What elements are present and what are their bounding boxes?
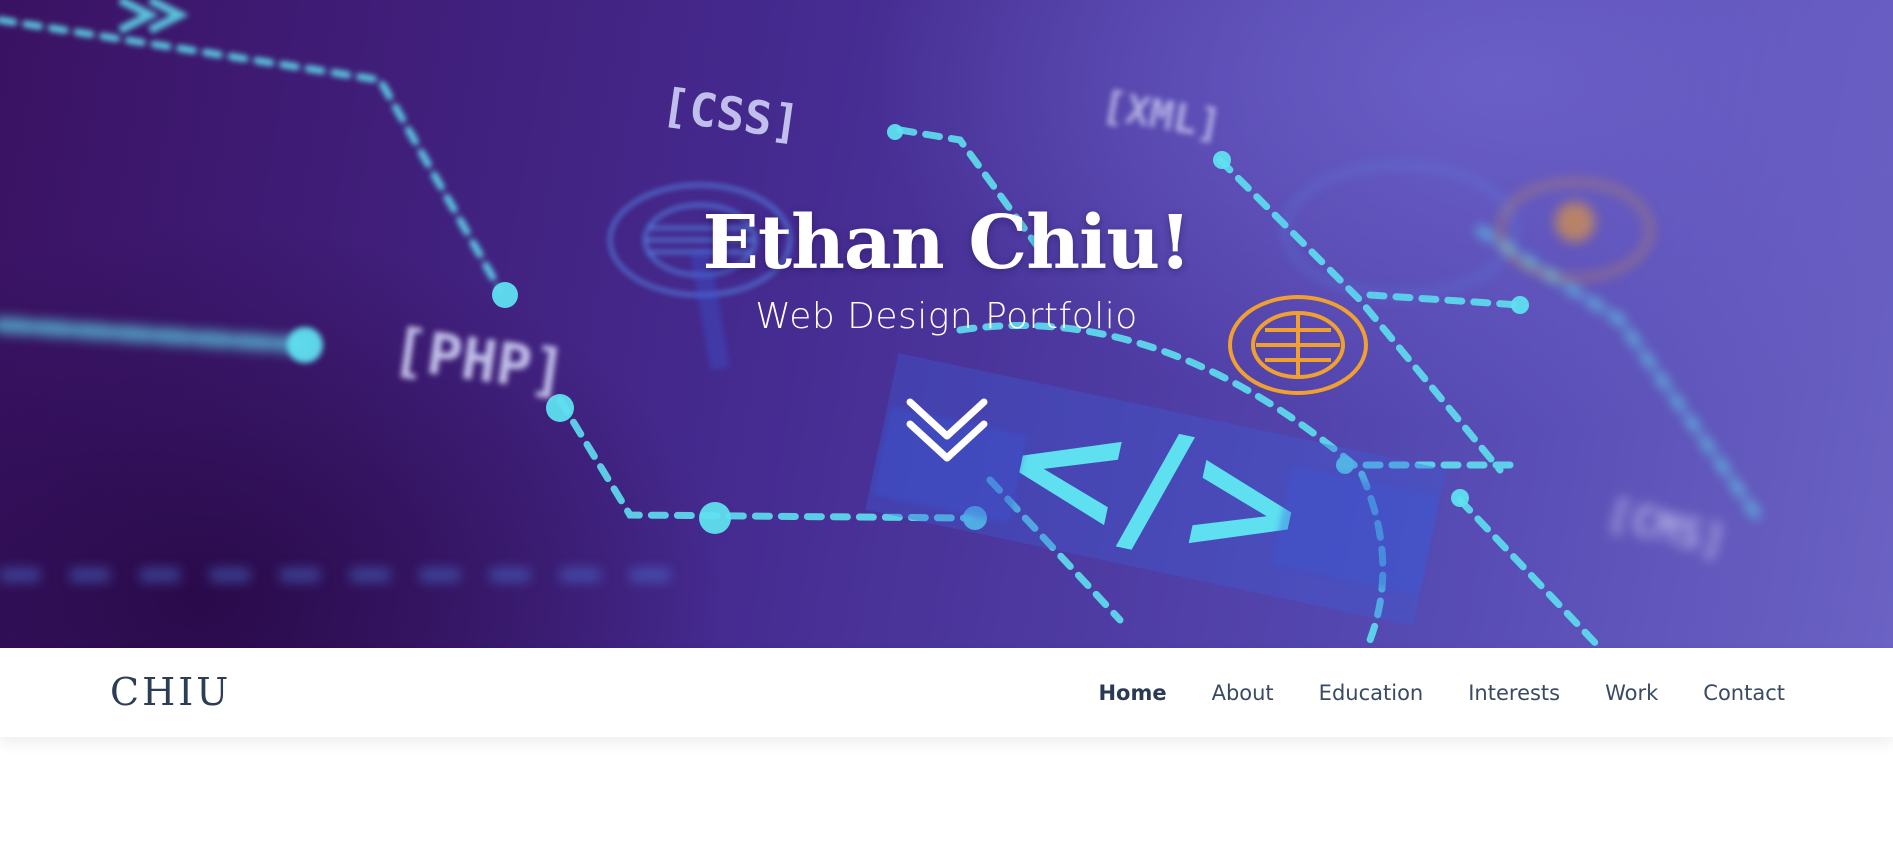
nav-links: Home About Education Interests Work Cont… xyxy=(1053,648,1785,737)
label-xml: [XML] xyxy=(1098,83,1225,149)
hero-title: Ethan Chiu! xyxy=(702,200,1192,286)
nav-link-interests[interactable]: Interests xyxy=(1468,681,1560,705)
scroll-down-button[interactable] xyxy=(906,394,988,466)
nav-item-interests: Interests xyxy=(1468,681,1560,705)
svg-text:</>: </> xyxy=(988,372,1324,606)
nav-item-home: Home xyxy=(1098,681,1166,705)
main-navbar: CHIU Home About Education Interests Work… xyxy=(0,648,1893,737)
nav-item-work: Work xyxy=(1605,681,1658,705)
hero-subtitle: Web Design Portfolio xyxy=(755,296,1138,337)
double-chevron-down-icon xyxy=(906,398,988,462)
nav-item-contact: Contact xyxy=(1703,681,1785,705)
nav-link-work[interactable]: Work xyxy=(1605,681,1658,705)
nav-item-education: Education xyxy=(1319,681,1424,705)
hero-banner: [CSS] [XML] [PHP] [CMS] </> Ethan Chiu! … xyxy=(0,0,1893,648)
label-css: [CSS] xyxy=(658,77,803,150)
nav-link-about[interactable]: About xyxy=(1212,681,1274,705)
label-cms: [CMS] xyxy=(1602,490,1730,566)
nav-link-education[interactable]: Education xyxy=(1319,681,1424,705)
nav-link-home[interactable]: Home xyxy=(1098,681,1166,705)
brand-logo-link[interactable]: CHIU xyxy=(110,670,231,714)
nav-item-about: About xyxy=(1212,681,1274,705)
nav-link-contact[interactable]: Contact xyxy=(1703,681,1785,705)
